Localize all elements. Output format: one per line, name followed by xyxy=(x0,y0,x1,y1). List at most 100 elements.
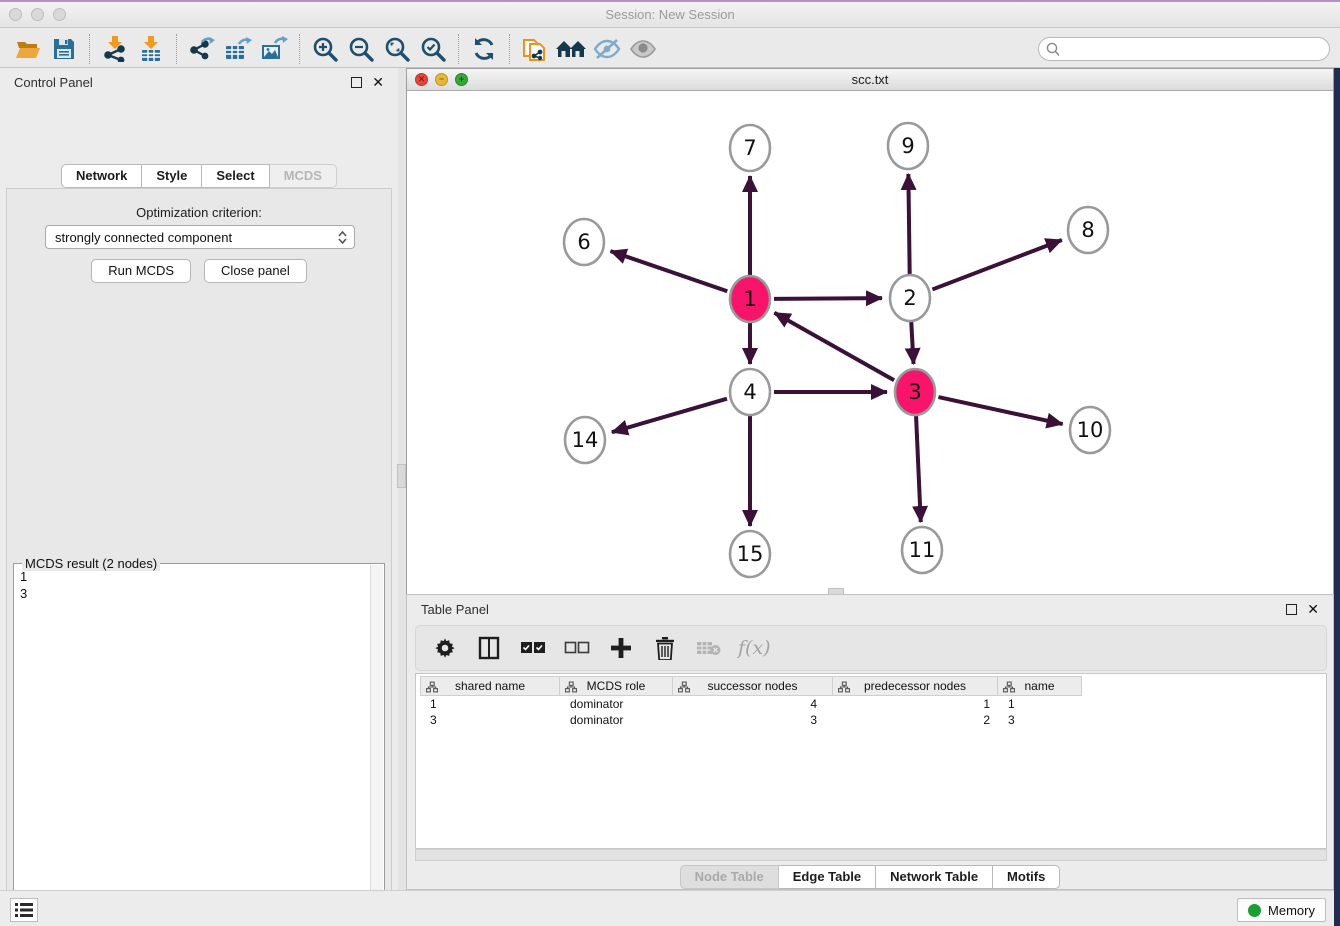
edge-3-to-10[interactable] xyxy=(938,397,1062,424)
column-header-successor-nodes[interactable]: successor nodes xyxy=(673,676,833,696)
delete-row-button[interactable] xyxy=(650,633,680,663)
control-panel-title: Control Panel xyxy=(14,75,93,90)
table-scroll-strip[interactable] xyxy=(415,849,1327,861)
close-panel-button[interactable]: Close panel xyxy=(204,259,307,283)
column-header-MCDS-role[interactable]: MCDS role xyxy=(560,676,673,696)
export-table-button[interactable] xyxy=(220,33,256,65)
tab-select[interactable]: Select xyxy=(202,164,269,188)
run-mcds-button[interactable]: Run MCDS xyxy=(91,259,191,283)
memory-status-icon xyxy=(1248,904,1261,917)
result-scrollbar[interactable] xyxy=(370,565,383,926)
criterion-select[interactable]: strongly connected component xyxy=(45,225,355,249)
table-settings-button[interactable] xyxy=(430,633,460,663)
edge-3-to-11[interactable] xyxy=(916,416,921,522)
zoom-selected-icon xyxy=(420,36,446,62)
network-graph-canvas[interactable]: 7968124314101511 xyxy=(407,91,1333,594)
graph-node-label-7: 7 xyxy=(743,136,756,160)
eye-icon xyxy=(629,38,657,60)
network-window-titlebar: ✕ − + scc.txt xyxy=(407,69,1333,91)
tab-style[interactable]: Style xyxy=(142,164,202,188)
graph-node-label-1: 1 xyxy=(743,287,756,311)
control-panel-tabs: NetworkStyleSelectMCDS xyxy=(0,164,398,188)
toolbar-separator xyxy=(299,34,300,64)
table-row[interactable]: 1dominator411 xyxy=(420,696,1326,712)
fit-content-button[interactable] xyxy=(379,33,415,65)
cell-MCDS-role[interactable]: dominator xyxy=(560,696,673,712)
select-arrows-icon xyxy=(338,231,347,244)
task-history-button[interactable] xyxy=(10,898,38,922)
delete-table-button[interactable] xyxy=(694,633,724,663)
main-toolbar xyxy=(0,30,1340,68)
edge-2-to-9[interactable] xyxy=(908,174,909,274)
edge-1-to-2[interactable] xyxy=(774,298,882,299)
deselect-all-button[interactable] xyxy=(562,633,592,663)
close-panel-icon[interactable]: ✕ xyxy=(372,77,384,88)
attribute-type-icon xyxy=(1003,681,1015,693)
cell-shared-name[interactable]: 3 xyxy=(420,712,560,728)
import-network-button[interactable] xyxy=(97,33,133,65)
edge-2-to-8[interactable] xyxy=(932,240,1061,289)
cell-successor-nodes[interactable]: 4 xyxy=(673,696,833,712)
mcds-result-list[interactable]: 13 xyxy=(16,568,368,926)
export-network-button[interactable] xyxy=(184,33,220,65)
zoom-in-icon xyxy=(312,36,338,62)
close-table-panel-icon[interactable]: ✕ xyxy=(1307,604,1319,615)
column-header-predecessor-nodes[interactable]: predecessor nodes xyxy=(833,676,998,696)
import-table-button[interactable] xyxy=(133,33,169,65)
add-row-button[interactable] xyxy=(606,633,636,663)
mcds-tab-content: Optimization criterion: strongly connect… xyxy=(6,188,392,926)
column-header-name[interactable]: name xyxy=(998,676,1082,696)
memory-button[interactable]: Memory xyxy=(1237,898,1326,922)
cell-predecessor-nodes[interactable]: 1 xyxy=(833,696,998,712)
search-icon xyxy=(1046,42,1060,57)
first-neighbors-button[interactable] xyxy=(553,33,589,65)
save-session-button[interactable] xyxy=(46,33,82,65)
optimization-criterion-label: Optimization criterion: xyxy=(7,205,391,220)
hide-details-button[interactable] xyxy=(589,33,625,65)
graph-node-label-11: 11 xyxy=(909,538,936,562)
open-session-button[interactable] xyxy=(10,33,46,65)
table-row[interactable]: 3dominator323 xyxy=(420,712,1326,728)
apply-layout-button[interactable] xyxy=(466,33,502,65)
zoom-in-button[interactable] xyxy=(307,33,343,65)
float-panel-icon[interactable] xyxy=(351,77,362,88)
graph-node-label-2: 2 xyxy=(903,286,916,310)
vertical-splitter-handle[interactable] xyxy=(397,464,406,488)
mcds-result-box: MCDS result (2 nodes) 13 xyxy=(13,563,385,926)
edge-4-to-14[interactable] xyxy=(612,399,727,432)
edge-3-to-1[interactable] xyxy=(774,313,894,380)
zoom-out-button[interactable] xyxy=(343,33,379,65)
function-builder-button[interactable]: f(x) xyxy=(738,637,771,659)
search-input[interactable] xyxy=(1038,37,1330,61)
cell-predecessor-nodes[interactable]: 2 xyxy=(833,712,998,728)
cell-successor-nodes[interactable]: 3 xyxy=(673,712,833,728)
table-panel-header: Table Panel ✕ xyxy=(407,595,1333,623)
tab-motifs[interactable]: Motifs xyxy=(993,865,1060,889)
duplicate-network-button[interactable] xyxy=(517,33,553,65)
tab-network[interactable]: Network xyxy=(61,164,142,188)
float-table-panel-icon[interactable] xyxy=(1286,604,1297,615)
show-details-button[interactable] xyxy=(625,33,661,65)
cell-name[interactable]: 1 xyxy=(998,696,1082,712)
edge-2-to-3[interactable] xyxy=(911,322,913,364)
cell-shared-name[interactable]: 1 xyxy=(420,696,560,712)
attribute-type-icon xyxy=(838,681,850,693)
columns-icon xyxy=(478,636,500,660)
memory-label: Memory xyxy=(1268,903,1315,918)
select-all-button[interactable] xyxy=(518,633,548,663)
cell-name[interactable]: 3 xyxy=(998,712,1082,728)
edge-1-to-6[interactable] xyxy=(610,251,727,291)
attribute-type-icon xyxy=(565,681,577,693)
toolbar-separator xyxy=(509,34,510,64)
graph-node-label-8: 8 xyxy=(1081,218,1094,242)
zoom-selected-button[interactable] xyxy=(415,33,451,65)
cell-MCDS-role[interactable]: dominator xyxy=(560,712,673,728)
tab-edge-table[interactable]: Edge Table xyxy=(779,865,876,889)
show-columns-button[interactable] xyxy=(474,633,504,663)
tab-network-table[interactable]: Network Table xyxy=(876,865,993,889)
tab-mcds[interactable]: MCDS xyxy=(270,164,337,188)
export-image-button[interactable] xyxy=(256,33,292,65)
column-header-shared-name[interactable]: shared name xyxy=(420,676,560,696)
import-table-icon xyxy=(139,36,163,62)
tab-node-table[interactable]: Node Table xyxy=(680,865,779,889)
